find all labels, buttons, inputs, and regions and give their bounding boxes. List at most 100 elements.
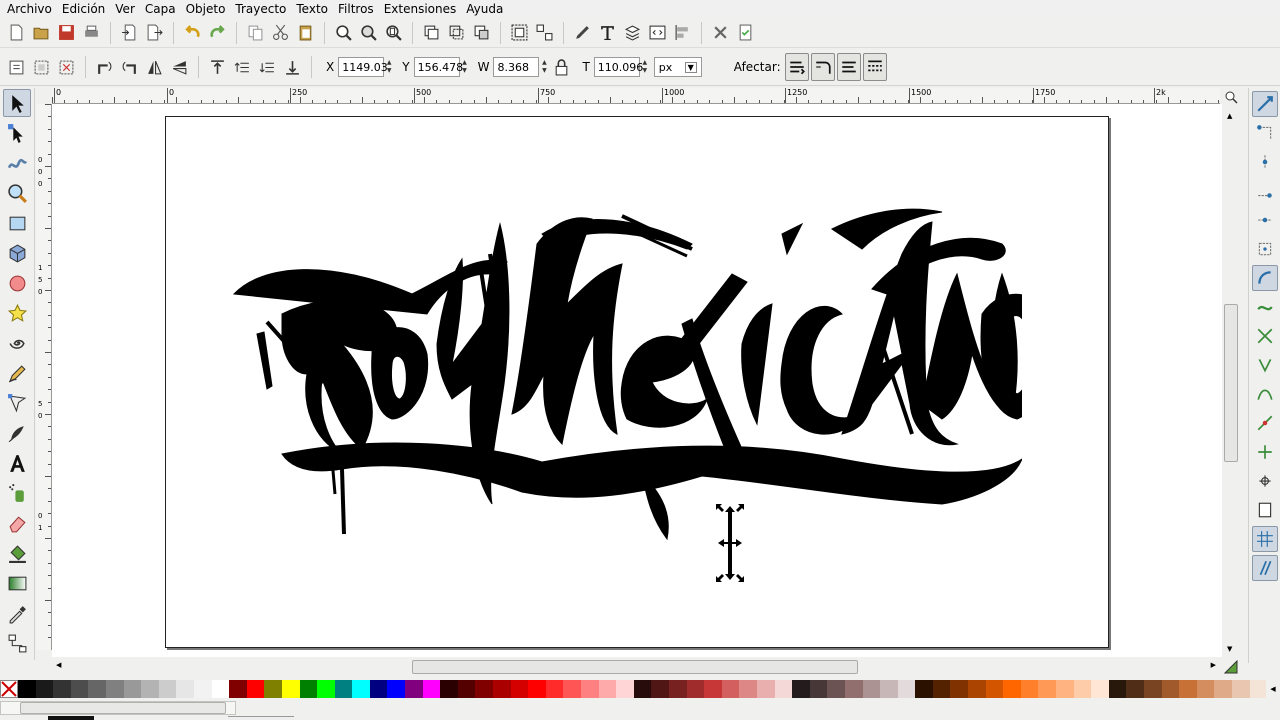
save-icon[interactable]	[54, 20, 79, 45]
color-swatch[interactable]	[352, 680, 370, 698]
redo-icon[interactable]	[205, 20, 230, 45]
paint-bucket-tool[interactable]	[3, 539, 31, 567]
paste-icon[interactable]	[293, 20, 318, 45]
rotate-ccw-icon[interactable]	[92, 55, 117, 80]
color-swatch[interactable]	[563, 680, 581, 698]
snap-smooth-nodes-icon[interactable]	[1252, 381, 1278, 407]
connector-tool[interactable]	[3, 629, 31, 657]
color-swatch[interactable]	[668, 680, 687, 698]
snap-bbox-midpoint-icon[interactable]	[1252, 207, 1278, 233]
group-icon[interactable]	[507, 20, 532, 45]
palette-menu-arrow[interactable]: ◀	[1266, 680, 1280, 698]
document-properties-icon[interactable]	[733, 20, 758, 45]
select-all-icon[interactable]	[4, 55, 29, 80]
color-swatch[interactable]	[528, 680, 546, 698]
spray-tool[interactable]	[3, 479, 31, 507]
snap-cusp-nodes-icon[interactable]	[1252, 352, 1278, 378]
text-font-icon[interactable]	[595, 20, 620, 45]
color-swatch[interactable]	[105, 680, 124, 698]
color-swatch[interactable]	[317, 680, 335, 698]
menu-ver[interactable]: Ver	[110, 1, 140, 17]
color-swatch[interactable]	[809, 680, 828, 698]
color-swatch[interactable]	[1144, 680, 1162, 698]
select-all-layers-icon[interactable]	[29, 55, 54, 80]
color-swatch[interactable]	[1073, 680, 1092, 698]
3d-box-tool[interactable]	[3, 239, 31, 267]
snap-bbox-icon[interactable]	[1252, 120, 1278, 146]
pen-tool[interactable]	[3, 389, 31, 417]
snap-page-border-icon[interactable]	[1252, 497, 1278, 523]
color-swatch[interactable]	[88, 680, 106, 698]
color-swatch[interactable]	[598, 680, 617, 698]
fill-stroke-icon[interactable]	[570, 20, 595, 45]
undo-icon[interactable]	[180, 20, 205, 45]
xml-editor-icon[interactable]	[645, 20, 670, 45]
layers-icon[interactable]	[620, 20, 645, 45]
menu-ayuda[interactable]: Ayuda	[461, 1, 508, 17]
h-field[interactable]: 110.096	[593, 57, 643, 77]
color-swatch[interactable]	[422, 680, 441, 698]
color-swatch[interactable]	[616, 680, 634, 698]
zoom-drawing-icon[interactable]	[356, 20, 381, 45]
color-swatch[interactable]	[932, 680, 951, 698]
cut-icon[interactable]	[268, 20, 293, 45]
color-swatch[interactable]	[229, 680, 247, 698]
scale-stroke-toggle[interactable]	[784, 53, 809, 81]
snap-bbox-edge-icon[interactable]	[1252, 149, 1278, 175]
color-swatch[interactable]	[1091, 680, 1109, 698]
selector-tool[interactable]	[3, 89, 31, 117]
snap-midpoints-icon[interactable]	[1252, 410, 1278, 436]
scroll-right-arrow[interactable]: ▶	[1211, 661, 1216, 669]
color-swatch[interactable]	[510, 680, 529, 698]
menu-edicin[interactable]: Edición	[57, 1, 110, 17]
horizontal-scrollbar[interactable]: ◀ ▶	[52, 659, 1222, 676]
y-field[interactable]: 156.478	[413, 57, 463, 77]
color-swatch[interactable]	[387, 680, 406, 698]
zoom-page-icon[interactable]	[381, 20, 406, 45]
snap-rotation-centers-icon[interactable]	[1252, 468, 1278, 494]
scroll-up-arrow[interactable]: ▲	[1227, 112, 1232, 120]
drawing-canvas[interactable]	[52, 104, 1222, 657]
y-spinner[interactable]: ▲ ▼	[460, 57, 470, 77]
rotate-cw-icon[interactable]	[117, 55, 142, 80]
selection-handles[interactable]	[714, 502, 746, 584]
color-swatch[interactable]	[1056, 680, 1074, 698]
color-swatch[interactable]	[827, 680, 845, 698]
color-swatch[interactable]	[35, 680, 54, 698]
flip-vertical-icon[interactable]	[167, 55, 192, 80]
color-swatch[interactable]	[792, 680, 810, 698]
snap-nodes-icon[interactable]	[1252, 265, 1278, 291]
pencil-tool[interactable]	[3, 359, 31, 387]
unlink-clone-icon[interactable]	[469, 20, 494, 45]
dropper-tool[interactable]	[3, 599, 31, 627]
color-swatch[interactable]	[651, 680, 669, 698]
color-swatch[interactable]	[264, 680, 282, 698]
snap-bbox-corner-icon[interactable]	[1252, 178, 1278, 204]
color-swatch[interactable]	[545, 680, 564, 698]
clone-icon[interactable]	[444, 20, 469, 45]
lock-icon[interactable]	[549, 55, 574, 80]
color-swatch[interactable]	[158, 680, 177, 698]
color-swatch[interactable]	[1108, 680, 1127, 698]
spiral-tool[interactable]	[3, 329, 31, 357]
zoom-tool[interactable]	[3, 179, 31, 207]
color-manage-icon[interactable]	[1223, 659, 1240, 676]
color-swatch[interactable]	[774, 680, 793, 698]
color-swatch[interactable]	[756, 680, 775, 698]
horizontal-scroll-thumb[interactable]	[412, 660, 858, 674]
color-swatch[interactable]	[1179, 680, 1197, 698]
lower-to-bottom-icon[interactable]	[280, 55, 305, 80]
color-swatch[interactable]	[334, 680, 353, 698]
raise-to-top-icon[interactable]	[205, 55, 230, 80]
snap-bbox-center-icon[interactable]	[1252, 236, 1278, 262]
no-paint-swatch[interactable]	[0, 680, 18, 698]
color-swatch[interactable]	[493, 680, 511, 698]
color-swatch[interactable]	[123, 680, 142, 698]
color-swatch[interactable]	[915, 680, 933, 698]
menu-objeto[interactable]: Objeto	[181, 1, 231, 17]
color-swatch[interactable]	[897, 680, 916, 698]
menu-texto[interactable]: Texto	[291, 1, 333, 17]
color-swatch[interactable]	[176, 680, 194, 698]
color-swatch[interactable]	[299, 680, 318, 698]
unit-select[interactable]: px ▼	[653, 57, 702, 77]
